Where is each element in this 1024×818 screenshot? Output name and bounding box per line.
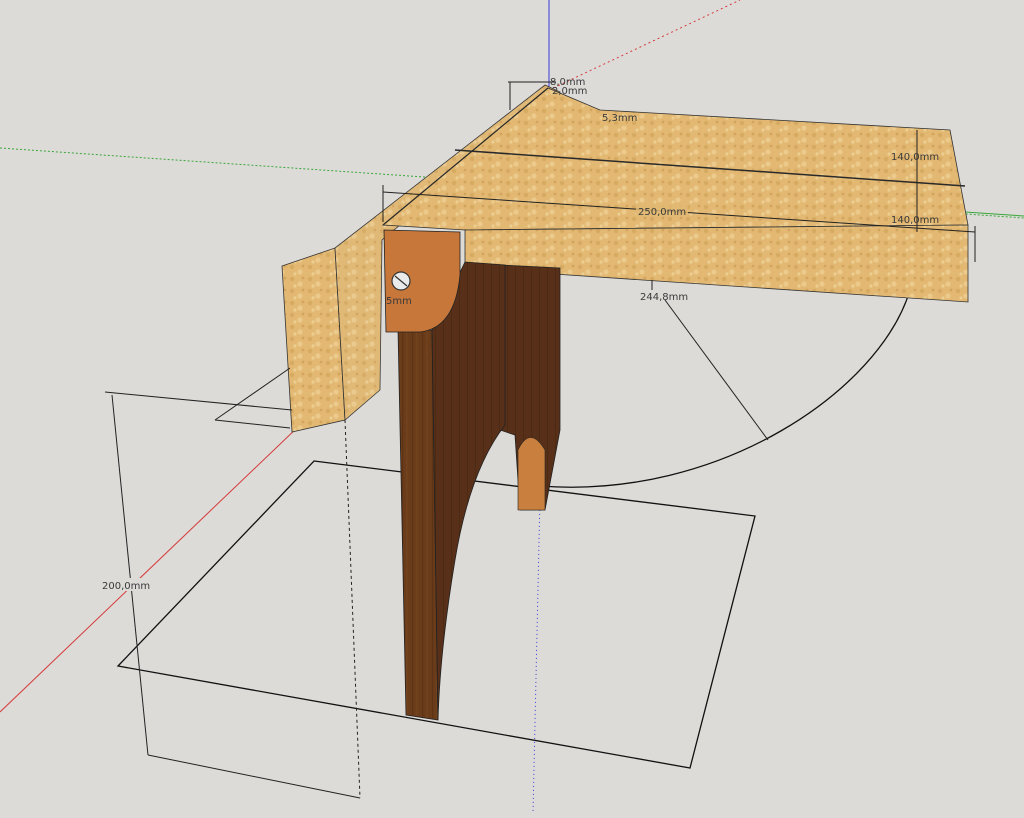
- axis-red: [0, 424, 301, 713]
- dimension-radius[interactable]: 244,8mm: [640, 280, 688, 303]
- dim-250mm: 250,0mm: [638, 207, 686, 218]
- dim-140-upper: 140,0mm: [891, 152, 939, 163]
- rear-leg-arch: [517, 437, 546, 511]
- dim-140-lower: 140,0mm: [891, 215, 939, 226]
- model-canvas[interactable]: 8,0mm 2,0mm 5,3mm 140,0mm 140,0mm 250,0m…: [0, 0, 1024, 814]
- side-leaf-front[interactable]: [281, 247, 346, 433]
- dimension-screw[interactable]: 5mm: [386, 296, 412, 307]
- swing-arc[interactable]: [539, 289, 911, 488]
- radius-line: [664, 299, 769, 441]
- front-leg-edge[interactable]: [397, 329, 439, 721]
- dimension-height[interactable]: 200,0mm: [100, 367, 361, 799]
- sketchup-viewport[interactable]: 8,0mm 2,0mm 5,3mm 140,0mm 140,0mm 250,0m…: [0, 0, 1024, 814]
- dim-244-8mm: 244,8mm: [640, 292, 688, 303]
- dim-2mm: 2,0mm: [552, 86, 587, 97]
- axis-green-solid: [964, 211, 1024, 217]
- dim-5mm: 5mm: [386, 296, 412, 307]
- front-leg-face[interactable]: [431, 261, 506, 721]
- dim-200mm: 200,0mm: [102, 581, 150, 592]
- dim-5-3mm: 5,3mm: [602, 113, 637, 124]
